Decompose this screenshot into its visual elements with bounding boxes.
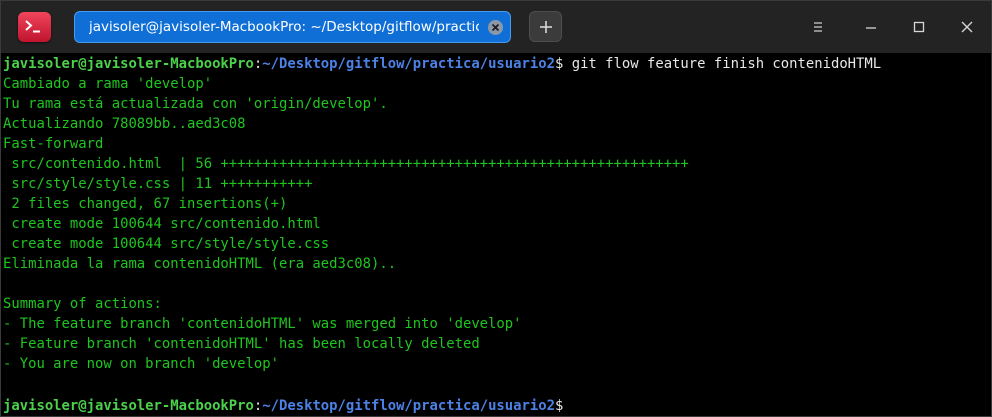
command-line: javisoler@javisoler-MacbookPro:~/Desktop…	[3, 54, 991, 74]
terminal-output[interactable]: javisoler@javisoler-MacbookPro:~/Desktop…	[1, 53, 991, 416]
prompt-glyph-icon	[25, 20, 40, 33]
maximize-button[interactable]	[911, 19, 927, 35]
text-cursor	[563, 394, 571, 410]
terminal-app-icon[interactable]	[18, 12, 51, 42]
output-line: Fast-forward	[3, 136, 104, 152]
output-line: Summary of actions:	[3, 296, 162, 312]
output-line: - You are now on branch 'develop'	[3, 356, 279, 372]
menu-button[interactable]	[810, 19, 826, 35]
close-icon	[491, 23, 500, 32]
output-line: Actualizando 78089bb..aed3c08	[3, 116, 246, 132]
output-line: Cambiado a rama 'develop'	[3, 76, 213, 92]
output-line: Tu rama está actualizada con 'origin/dev…	[3, 96, 388, 112]
maximize-icon	[913, 21, 925, 33]
prompt-separator: :	[253, 56, 263, 72]
prompt-separator: :	[253, 398, 263, 414]
prompt-symbol: $	[554, 398, 564, 414]
hamburger-menu-icon	[814, 22, 822, 32]
terminal-window: javisoler@javisoler-MacbookPro: ~/Deskto…	[0, 0, 992, 417]
tab-close-button[interactable]	[488, 20, 503, 35]
output-line: src/style/style.css | 11 +++++++++++	[3, 176, 313, 192]
current-prompt-line: javisoler@javisoler-MacbookPro:~/Desktop…	[3, 394, 991, 414]
tab-terminal-session[interactable]: javisoler@javisoler-MacbookPro: ~/Deskto…	[74, 11, 511, 43]
prompt-user: javisoler@javisoler-MacbookPro	[3, 398, 254, 414]
output-line: src/contenido.html | 56 ++++++++++++++++…	[3, 156, 689, 172]
close-window-button[interactable]	[959, 19, 975, 35]
output-line: Eliminada la rama contenidoHTML (era aed…	[3, 256, 397, 272]
plus-icon	[540, 21, 552, 33]
title-bar: javisoler@javisoler-MacbookPro: ~/Deskto…	[1, 1, 991, 53]
output-line: create mode 100644 src/contenido.html	[3, 216, 321, 232]
prompt-path: ~/Desktop/gitflow/practica/usuario2	[262, 398, 555, 414]
minimize-button[interactable]	[863, 19, 879, 35]
output-line: - Feature branch 'contenidoHTML' has bee…	[3, 336, 480, 352]
close-window-icon	[961, 21, 973, 33]
output-line: 2 files changed, 67 insertions(+)	[3, 196, 288, 212]
tab-title: javisoler@javisoler-MacbookPro: ~/Deskto…	[89, 19, 479, 35]
output-line: create mode 100644 src/style/style.css	[3, 236, 330, 252]
new-tab-button[interactable]	[529, 11, 562, 42]
prompt-user: javisoler@javisoler-MacbookPro	[3, 56, 254, 72]
command-text: git flow feature finish contenidoHTML	[563, 56, 882, 72]
minimize-icon	[866, 27, 876, 29]
prompt-path: ~/Desktop/gitflow/practica/usuario2	[262, 56, 555, 72]
output-line: - The feature branch 'contenidoHTML' was…	[3, 316, 522, 332]
